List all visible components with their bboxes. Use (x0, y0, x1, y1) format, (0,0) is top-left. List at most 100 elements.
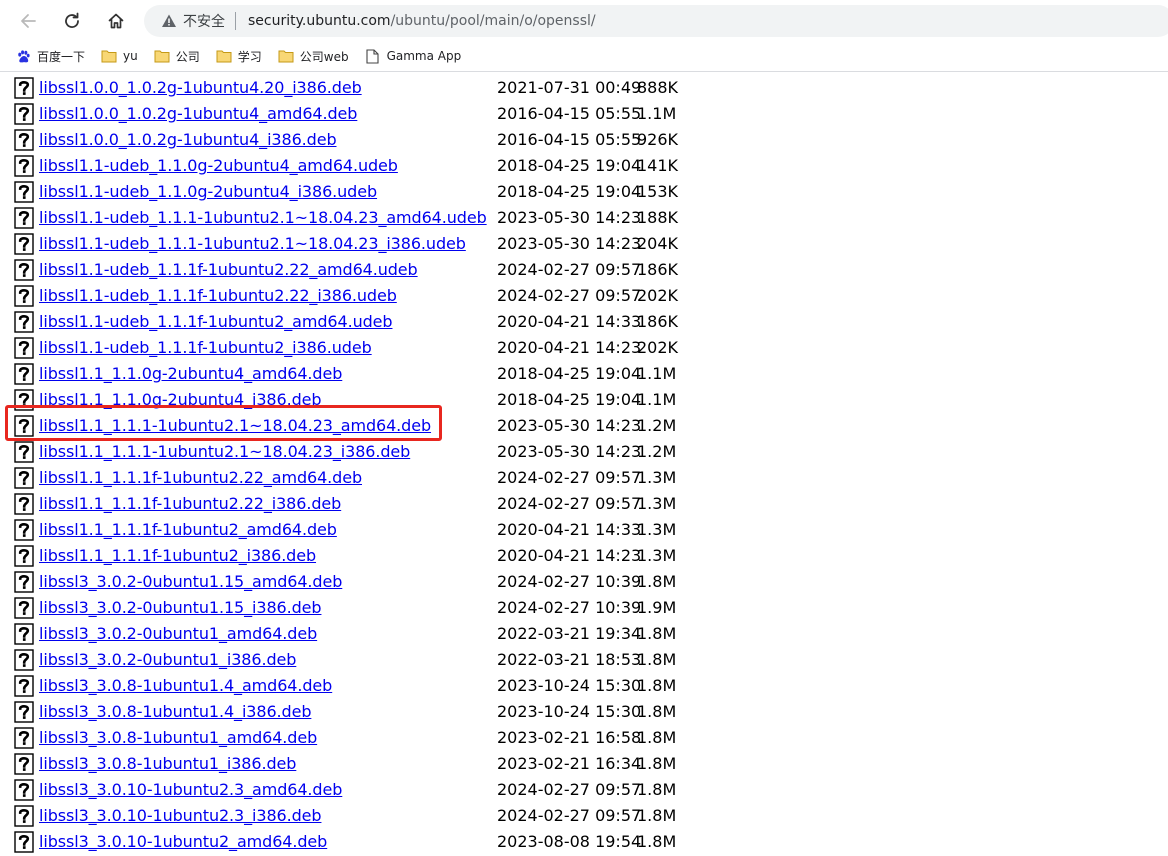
file-size: 1.8M (637, 624, 677, 643)
bookmark-baidu[interactable]: 百度一下 (9, 44, 91, 68)
file-date: 2024-02-27 09:57 (497, 260, 642, 279)
folder-icon (216, 48, 232, 64)
table-row: libssl3_3.0.10-1ubuntu2_amd64.deb 2023-08… (0, 829, 1168, 855)
file-link[interactable]: libssl3_3.0.2-0ubuntu1.15_i386.deb (39, 598, 322, 617)
file-date: 2023-05-30 14:23 (497, 208, 642, 227)
file-link[interactable]: libssl1.1_1.1.1f-1ubuntu2_amd64.deb (39, 520, 337, 539)
file-link[interactable]: libssl3_3.0.2-0ubuntu1.15_amd64.deb (39, 572, 342, 591)
file-link[interactable]: libssl3_3.0.10-1ubuntu2.3_i386.deb (39, 806, 322, 825)
bookmark-label: 公司 (175, 49, 200, 64)
file-size: 186K (637, 312, 679, 331)
bookmark-folder-study[interactable]: 学习 (210, 44, 268, 68)
file-date: 2020-04-21 14:33 (497, 520, 642, 539)
table-row: libssl1.0.0_1.0.2g-1ubuntu4_i386.deb 2016… (0, 127, 1168, 153)
file-link[interactable]: libssl1.1-udeb_1.1.1f-1ubuntu2.22_amd64.… (39, 260, 418, 279)
table-row: libssl1.1_1.1.1-1ubuntu2.1~18.04.23_i386… (0, 439, 1168, 465)
home-button[interactable] (99, 4, 133, 38)
address-bar[interactable]: 不安全 security.ubuntu.com/ubuntu/pool/main… (144, 5, 1168, 37)
unknown-file-icon (14, 571, 34, 593)
file-date: 2020-04-21 14:33 (497, 312, 642, 331)
folder-icon (278, 48, 294, 64)
file-size: 888K (637, 78, 679, 97)
bookmark-folder-company[interactable]: 公司 (148, 44, 206, 68)
file-link[interactable]: libssl1.1-udeb_1.1.1-1ubuntu2.1~18.04.23… (39, 234, 466, 253)
file-link[interactable]: libssl3_3.0.8-1ubuntu1.4_i386.deb (39, 702, 311, 721)
file-date: 2024-02-27 10:39 (497, 572, 642, 591)
insecure-label[interactable]: 不安全 (183, 11, 225, 31)
file-size: 1.8M (637, 676, 677, 695)
file-size: 153K (637, 182, 679, 201)
file-date: 2024-02-27 09:57 (497, 468, 642, 487)
file-size: 1.2M (637, 416, 677, 435)
table-row: libssl1.0.0_1.0.2g-1ubuntu4.20_i386.deb 2… (0, 75, 1168, 101)
file-link[interactable]: libssl1.1_1.1.1f-1ubuntu2.22_i386.deb (39, 494, 341, 513)
file-size: 141K (637, 156, 679, 175)
file-link[interactable]: libssl3_3.0.8-1ubuntu1.4_amd64.deb (39, 676, 332, 695)
file-link[interactable]: libssl1.1_1.1.1f-1ubuntu2_i386.deb (39, 546, 316, 565)
bookmark-label: 公司web (299, 49, 349, 64)
file-link[interactable]: libssl1.0.0_1.0.2g-1ubuntu4_amd64.deb (39, 104, 357, 123)
table-row: libssl1.1_1.1.0g-2ubuntu4_amd64.deb 2018-… (0, 361, 1168, 387)
file-date: 2024-02-27 09:57 (497, 494, 642, 513)
file-date: 2023-10-24 15:30 (497, 676, 642, 695)
table-row: libssl1.1_1.1.0g-2ubuntu4_i386.deb 2018-0… (0, 387, 1168, 413)
table-row: libssl3_3.0.10-1ubuntu2.3_amd64.deb 2024-… (0, 777, 1168, 803)
unknown-file-icon (14, 311, 34, 333)
file-date: 2023-05-30 14:23 (497, 416, 642, 435)
file-link[interactable]: libssl3_3.0.8-1ubuntu1_i386.deb (39, 754, 296, 773)
file-link[interactable]: libssl1.1_1.1.1-1ubuntu2.1~18.04.23_i386… (39, 442, 410, 461)
file-date: 2023-05-30 14:23 (497, 234, 642, 253)
unknown-file-icon (14, 623, 34, 645)
file-link[interactable]: libssl1.1-udeb_1.1.1-1ubuntu2.1~18.04.23… (39, 208, 487, 227)
file-link[interactable]: libssl1.1-udeb_1.1.1f-1ubuntu2_amd64.ude… (39, 312, 393, 331)
file-link[interactable]: libssl1.1-udeb_1.1.0g-2ubuntu4_amd64.ude… (39, 156, 398, 175)
back-button[interactable] (11, 4, 45, 38)
file-link[interactable]: libssl1.0.0_1.0.2g-1ubuntu4_i386.deb (39, 130, 337, 149)
file-link[interactable]: libssl1.1-udeb_1.1.0g-2ubuntu4_i386.udeb (39, 182, 377, 201)
unknown-file-icon (14, 415, 34, 437)
file-size: 1.3M (637, 520, 677, 539)
file-link[interactable]: libssl1.1_1.1.0g-2ubuntu4_amd64.deb (39, 364, 342, 383)
table-row: libssl1.1-udeb_1.1.1-1ubuntu2.1~18.04.23… (0, 231, 1168, 257)
unknown-file-icon (14, 389, 34, 411)
file-link[interactable]: libssl1.1_1.1.1f-1ubuntu2.22_amd64.deb (39, 468, 362, 487)
file-size: 186K (637, 260, 679, 279)
file-link[interactable]: libssl3_3.0.8-1ubuntu1_amd64.deb (39, 728, 317, 747)
file-date: 2016-04-15 05:55 (497, 130, 642, 149)
file-size: 1.1M (637, 390, 677, 409)
unknown-file-icon (14, 259, 34, 281)
file-link[interactable]: libssl3_3.0.2-0ubuntu1_amd64.deb (39, 624, 317, 643)
arrow-left-icon (21, 14, 36, 28)
table-row: libssl3_3.0.8-1ubuntu1_amd64.deb 2023-02-… (0, 725, 1168, 751)
unknown-file-icon (14, 233, 34, 255)
bookmark-folder-company-web[interactable]: 公司web (272, 44, 355, 68)
table-row: libssl1.1_1.1.1f-1ubuntu2.22_amd64.deb 20… (0, 465, 1168, 491)
table-row: libssl1.1-udeb_1.1.0g-2ubuntu4_amd64.ude… (0, 153, 1168, 179)
bookmark-label: yu (123, 49, 138, 63)
file-link[interactable]: libssl3_3.0.10-1ubuntu2.3_amd64.deb (39, 780, 342, 799)
file-size: 202K (637, 338, 679, 357)
file-link[interactable]: libssl1.1-udeb_1.1.1f-1ubuntu2_i386.udeb (39, 338, 372, 357)
file-size: 1.8M (637, 780, 677, 799)
file-size: 1.3M (637, 494, 677, 513)
table-row: libssl3_3.0.10-1ubuntu2.3_i386.deb 2024-0… (0, 803, 1168, 829)
bookmark-gamma-app[interactable]: Gamma App (359, 44, 468, 68)
url-path: /ubuntu/pool/main/o/openssl/ (390, 13, 596, 29)
warning-triangle-icon[interactable] (161, 13, 177, 29)
bookmark-folder-yu[interactable]: yu (95, 44, 144, 68)
file-link[interactable]: libssl1.0.0_1.0.2g-1ubuntu4.20_i386.deb (39, 78, 362, 97)
file-size: 1.8M (637, 702, 677, 721)
file-link[interactable]: libssl3_3.0.10-1ubuntu2_amd64.deb (39, 832, 327, 851)
table-row: libssl3_3.0.8-1ubuntu1_i386.deb 2023-02-2… (0, 751, 1168, 777)
file-size: 926K (637, 130, 679, 149)
table-row: libssl1.1-udeb_1.1.1f-1ubuntu2.22_i386.u… (0, 283, 1168, 309)
file-link[interactable]: libssl1.1_1.1.0g-2ubuntu4_i386.deb (39, 390, 322, 409)
unknown-file-icon (14, 103, 34, 125)
file-link[interactable]: libssl1.1-udeb_1.1.1f-1ubuntu2.22_i386.u… (39, 286, 397, 305)
reload-button[interactable] (55, 4, 89, 38)
file-link[interactable]: libssl3_3.0.2-0ubuntu1_i386.deb (39, 650, 296, 669)
table-row: libssl1.1_1.1.1-1ubuntu2.1~18.04.23_amd6… (0, 413, 1168, 439)
file-date: 2020-04-21 14:23 (497, 338, 642, 357)
file-link[interactable]: libssl1.1_1.1.1-1ubuntu2.1~18.04.23_amd6… (39, 416, 431, 435)
file-size: 1.8M (637, 754, 677, 773)
